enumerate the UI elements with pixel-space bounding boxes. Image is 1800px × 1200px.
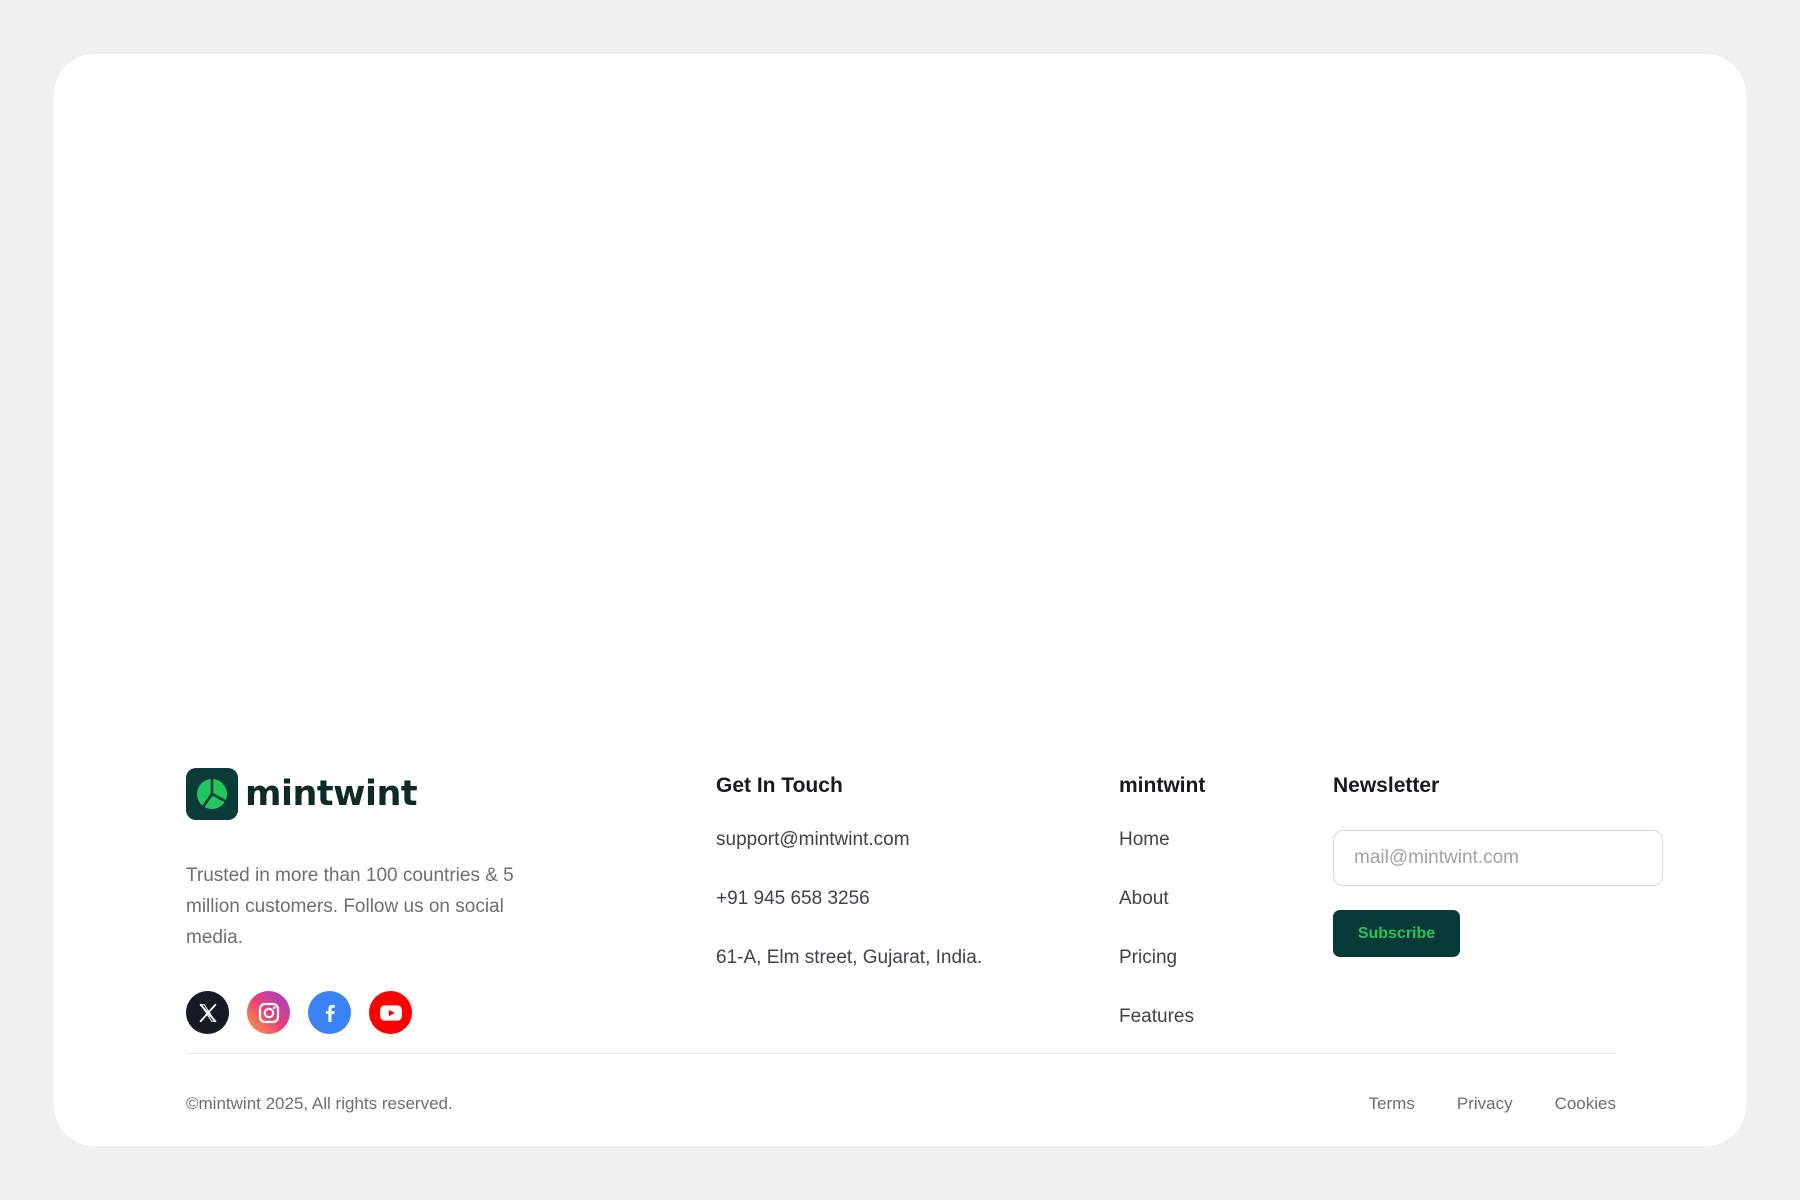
contact-column: Get In Touch support@mintwint.com +91 94…: [716, 774, 982, 1007]
brand-name: mintwint: [245, 774, 418, 814]
instagram-icon[interactable]: [247, 991, 290, 1034]
newsletter-heading: Newsletter: [1333, 774, 1440, 797]
youtube-icon[interactable]: [369, 991, 412, 1034]
privacy-link[interactable]: Privacy: [1457, 1094, 1513, 1114]
page-card: mintwint Trusted in more than 100 countr…: [54, 54, 1746, 1146]
legal-links: Terms Privacy Cookies: [1369, 1094, 1616, 1114]
contact-address: 61-A, Elm street, Gujarat, India.: [716, 947, 983, 968]
contact-phone-link[interactable]: +91 945 658 3256: [716, 889, 982, 948]
terms-link[interactable]: Terms: [1369, 1094, 1415, 1114]
footer-link-features[interactable]: Features: [1119, 1007, 1205, 1066]
cookies-link[interactable]: Cookies: [1555, 1094, 1616, 1114]
footer-link-home[interactable]: Home: [1119, 830, 1205, 889]
contact-heading: Get In Touch: [716, 774, 843, 797]
copyright-text: ©mintwint 2025, All rights reserved.: [186, 1094, 453, 1113]
footer-divider: [186, 1053, 1616, 1054]
brand-tagline: Trusted in more than 100 countries & 5 m…: [186, 865, 514, 948]
brand-logo[interactable]: mintwint: [186, 768, 566, 820]
pie-chart-leaf-icon: [186, 768, 238, 820]
links-heading: mintwint: [1119, 774, 1206, 797]
newsletter-column: Newsletter Subscribe: [1333, 774, 1663, 957]
newsletter-email-input[interactable]: [1333, 830, 1663, 886]
brand-column: mintwint Trusted in more than 100 countr…: [186, 768, 566, 1034]
social-links: [186, 991, 566, 1034]
footer-link-about[interactable]: About: [1119, 889, 1205, 948]
subscribe-button[interactable]: Subscribe: [1333, 910, 1460, 957]
footer-bottom-bar: ©mintwint 2025, All rights reserved. Ter…: [186, 1092, 1616, 1116]
x-icon[interactable]: [186, 991, 229, 1034]
facebook-icon[interactable]: [308, 991, 351, 1034]
nav-links-column: mintwint Home About Pricing Features: [1119, 774, 1205, 1066]
footer-link-pricing[interactable]: Pricing: [1119, 948, 1205, 1007]
contact-email-link[interactable]: support@mintwint.com: [716, 830, 982, 889]
